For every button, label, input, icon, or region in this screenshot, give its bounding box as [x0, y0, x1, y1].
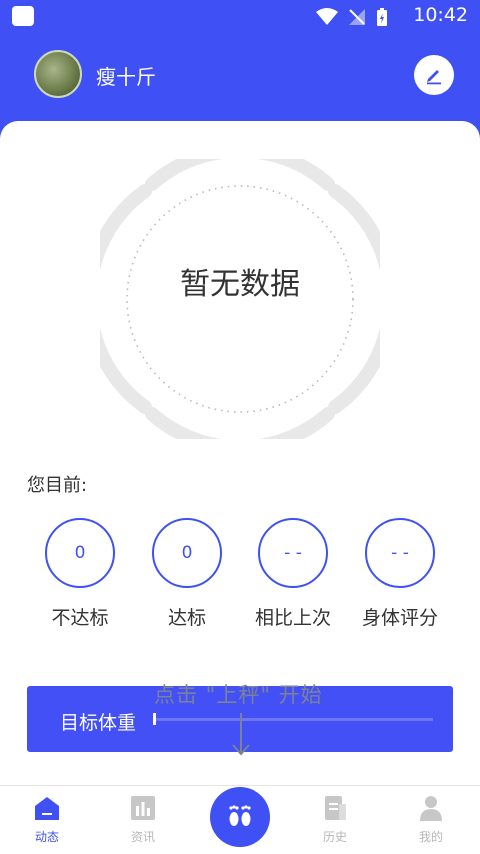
stat-label: 身体评分 — [361, 607, 438, 629]
target-weight-marker — [153, 713, 156, 725]
profile-icon — [420, 796, 442, 821]
stat-vs-last[interactable]: - - 相比上次 — [233, 518, 353, 630]
stat-value: - - — [258, 518, 328, 588]
tab-label: 资讯 — [130, 830, 155, 844]
news-icon — [131, 796, 155, 820]
stat-label: 不达标 — [51, 607, 109, 629]
tab-mine[interactable]: 我的 — [401, 794, 461, 845]
no-signal-icon — [349, 9, 365, 25]
weigh-button[interactable] — [210, 787, 270, 847]
target-weight-label: 目标体重 — [60, 712, 137, 734]
stat-below-target[interactable]: 0 不达标 — [20, 518, 140, 630]
no-data-text: 暂无数据 — [180, 267, 300, 302]
footprints-icon — [229, 805, 251, 826]
target-weight-track — [153, 718, 433, 721]
gauge-arc-bottom — [145, 407, 335, 439]
tab-label: 动态 — [34, 830, 59, 844]
tab-history[interactable]: 历史 — [305, 794, 365, 845]
battery-icon — [377, 8, 387, 26]
current-status-label: 您目前: — [27, 475, 88, 496]
gauge-arc-top — [145, 159, 335, 191]
edit-button[interactable] — [414, 55, 454, 95]
history-icon — [325, 796, 346, 820]
stat-label: 达标 — [167, 607, 206, 629]
username: 瘦十斤 — [96, 65, 156, 89]
status-icons — [316, 7, 388, 27]
status-bar: 10:42 — [0, 0, 480, 32]
pencil-icon — [427, 70, 441, 85]
stat-label: 相比上次 — [254, 607, 331, 629]
status-time: 10:42 — [413, 4, 468, 26]
tab-label: 历史 — [322, 830, 347, 844]
home-icon — [35, 797, 59, 820]
stat-value: 0 — [152, 518, 222, 588]
stat-value: - - — [365, 518, 435, 588]
tab-dynamic[interactable]: 动态 — [17, 794, 77, 845]
stat-value: 0 — [45, 518, 115, 588]
main-card: 暂无数据 您目前: 0 不达标 0 达标 - - 相比上次 - - 身体评分 目… — [0, 121, 480, 785]
stat-on-target[interactable]: 0 达标 — [127, 518, 247, 630]
wifi-icon — [316, 8, 338, 25]
weigh-hint: 点击 "上秤" 开始 — [154, 683, 323, 707]
stat-body-score[interactable]: - - 身体评分 — [340, 518, 460, 630]
arrow-down-icon — [232, 713, 250, 756]
tab-news[interactable]: 资讯 — [113, 794, 173, 845]
tab-label: 我的 — [418, 830, 443, 844]
avatar[interactable] — [34, 50, 82, 98]
app-notification-icon — [12, 6, 34, 26]
